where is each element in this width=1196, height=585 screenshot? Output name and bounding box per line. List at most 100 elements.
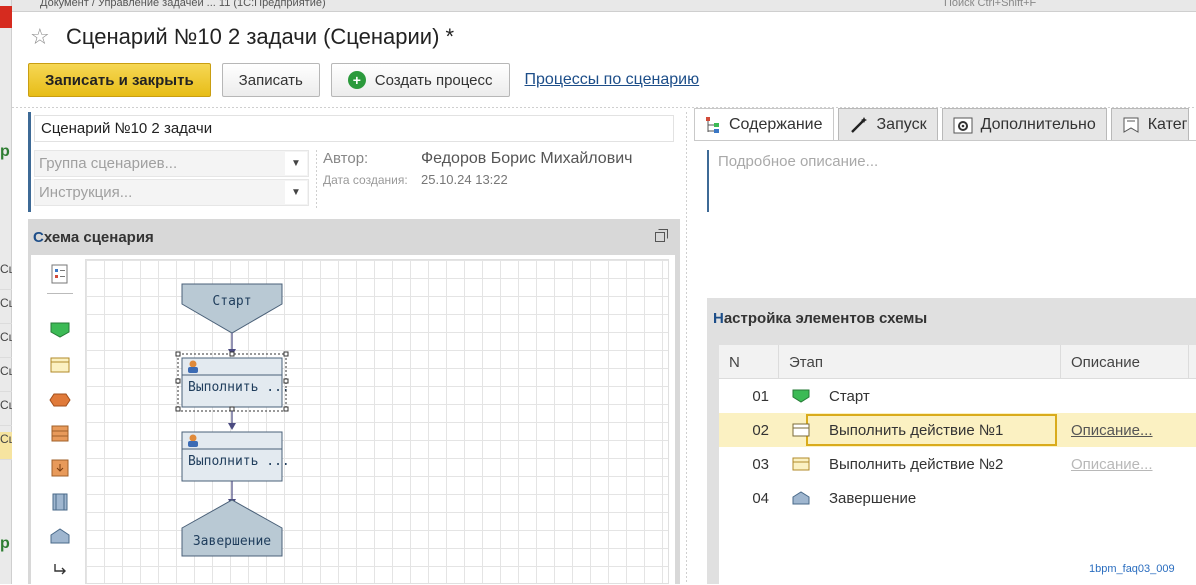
row-number: 03 — [752, 455, 769, 473]
form-divider — [316, 150, 317, 208]
end-node-label: Завершение — [193, 534, 271, 549]
save-button[interactable]: Записать — [221, 63, 320, 97]
panel-splitter[interactable] — [686, 112, 687, 584]
expand-icon[interactable] — [655, 229, 668, 242]
task1-node-label: Выполнить ... — [188, 380, 290, 395]
start-node-label: Старт — [212, 294, 251, 309]
toolbar: Записать и закрыть Записать + Создать пр… — [28, 63, 699, 97]
column-header-n[interactable]: N — [719, 345, 779, 379]
end-shape-icon — [789, 481, 813, 515]
dropdown-arrow-icon[interactable]: ▼ — [285, 152, 307, 175]
book-shape-icon[interactable] — [47, 489, 73, 515]
subprocess-shape-icon[interactable] — [47, 455, 73, 481]
instruction-placeholder: Инструкция... — [39, 184, 133, 201]
row-number: 04 — [752, 489, 769, 507]
task1-node[interactable]: Выполнить ... — [175, 351, 290, 412]
start-node[interactable]: Старт — [181, 283, 283, 334]
task-shape-icon — [789, 447, 813, 481]
created-date-value: 25.10.24 13:22 — [421, 172, 508, 187]
table-row[interactable]: 02 Выполнить действие №1 Описание... — [719, 413, 1196, 447]
description-textarea[interactable]: Подробное описание... — [707, 150, 1196, 212]
connector-icon[interactable] — [47, 557, 73, 583]
row-number: 01 — [752, 387, 769, 405]
table-row[interactable]: 04 Завершение — [719, 481, 1196, 515]
task2-node-label: Выполнить ... — [188, 454, 290, 469]
column-header-description[interactable]: Описание — [1061, 345, 1189, 379]
background-list-item: Сц — [0, 398, 12, 426]
tab-content-label: Содержание — [729, 116, 823, 133]
tab-underline — [694, 140, 1196, 141]
dropdown-arrow-icon[interactable]: ▼ — [285, 181, 307, 204]
tab-additional[interactable]: Дополнительно — [941, 108, 1107, 141]
tab-additional-label: Дополнительно — [980, 116, 1096, 133]
magic-wand-icon — [849, 116, 869, 134]
tab-launch-label: Запуск — [876, 116, 927, 133]
row-stage: Завершение — [829, 489, 917, 507]
scenario-group-select[interactable]: Группа сценариев... ▼ — [34, 150, 309, 177]
background-list-item: Сц — [0, 432, 12, 460]
column-header-stage[interactable]: Этап — [779, 345, 1061, 379]
plus-icon: + — [347, 71, 366, 89]
table-row[interactable]: 01 Старт — [719, 379, 1196, 413]
stack-shape-icon[interactable] — [47, 421, 73, 447]
elements-table: N Этап Описание 01 Старт 02 Выполнить де… — [719, 345, 1196, 584]
create-process-button[interactable]: + Создать процесс — [330, 63, 510, 97]
tab-bar: Содержание Запуск Дополнительно Катег — [694, 108, 1189, 141]
start-shape-icon[interactable] — [47, 317, 73, 343]
condition-shape-icon[interactable] — [47, 387, 73, 413]
star-icon[interactable]: ☆ — [30, 24, 56, 50]
row-description-link[interactable]: Описание... — [1071, 413, 1153, 447]
shape-palette — [31, 255, 83, 584]
title-bar: ☆ Сценарий №10 2 задачи (Сценарии) * — [30, 22, 454, 52]
form-accent-bar — [28, 112, 31, 212]
tab-categories-label: Катег — [1147, 116, 1188, 133]
scenario-name-input[interactable]: Сценарий №10 2 задачи — [34, 115, 674, 142]
background-green-mark: р — [0, 535, 10, 552]
page-title: Сценарий №10 2 задачи (Сценарии) * — [66, 24, 455, 49]
background-list-item: Сц — [0, 262, 12, 290]
row-stage: Старт — [829, 387, 870, 405]
row-number: 02 — [752, 421, 769, 439]
scheme-panel: Схема сценария Старт Выполнить ... Выпол… — [28, 219, 680, 584]
scheme-canvas[interactable]: Старт Выполнить ... Выполнить ... Заверш… — [85, 259, 669, 584]
scheme-title: хема сценария — [43, 228, 154, 246]
task2-node[interactable]: Выполнить ... — [181, 431, 290, 482]
created-date-label: Дата создания: — [323, 173, 408, 187]
instruction-select[interactable]: Инструкция... ▼ — [34, 179, 309, 206]
description-placeholder: Подробное описание... — [718, 153, 879, 170]
background-left-panel — [0, 0, 12, 584]
start-shape-icon — [789, 379, 813, 413]
row-stage: Выполнить действие №2 — [829, 455, 1004, 473]
tab-launch[interactable]: Запуск — [837, 108, 938, 141]
connector-arrowhead — [228, 423, 236, 430]
settings-title: астройка элементов схемы — [723, 310, 928, 327]
author-label: Автор: — [323, 150, 369, 167]
end-node[interactable]: Завершение — [181, 499, 283, 557]
tab-content[interactable]: Содержание — [694, 108, 834, 141]
content-tree-icon — [705, 116, 721, 134]
background-search: Поиск Ctrl+Shift+F — [944, 0, 1037, 9]
table-row[interactable]: 03 Выполнить действие №2 Описание... — [719, 447, 1196, 481]
scheme-elements-settings-panel: Настройка элементов схемы N Этап Описани… — [707, 298, 1196, 584]
end-shape-icon[interactable] — [47, 523, 73, 549]
gear-icon — [953, 115, 973, 135]
create-process-label: Создать процесс — [374, 71, 493, 89]
background-green-mark: р — [0, 143, 10, 160]
task-shape-icon[interactable] — [47, 352, 73, 378]
scenario-group-placeholder: Группа сценариев... — [39, 155, 178, 172]
background-window-title: Документ / Управление задачей ... 11 (1С… — [0, 0, 1196, 12]
task-shape-icon — [789, 413, 813, 447]
author-value: Федоров Борис Михайлович — [421, 150, 633, 167]
properties-icon[interactable] — [47, 261, 73, 287]
settings-header: Настройка элементов схемы — [713, 310, 927, 327]
background-list-item: Сц — [0, 296, 12, 324]
save-and-close-button[interactable]: Записать и закрыть — [28, 63, 211, 97]
row-stage: Выполнить действие №1 — [829, 421, 1004, 439]
watermark: 1bpm_faq03_009 — [1089, 563, 1175, 575]
processes-by-scenario-link[interactable]: Процессы по сценарию — [525, 71, 700, 89]
scheme-title-initial: С — [33, 228, 44, 246]
tab-categories[interactable]: Катег — [1110, 108, 1189, 141]
background-list-item: Сц — [0, 364, 12, 392]
row-description-link[interactable]: Описание... — [1071, 447, 1153, 481]
table-header: N Этап Описание — [719, 345, 1196, 379]
